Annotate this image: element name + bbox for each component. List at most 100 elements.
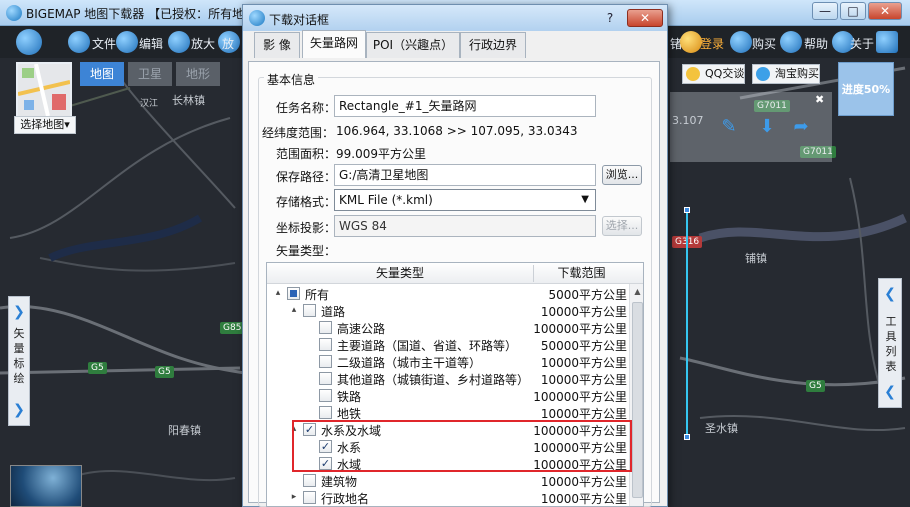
chevron-left-icon[interactable]: ❮ — [882, 286, 898, 302]
tree-row[interactable]: 地铁 10000平方公里 — [267, 404, 629, 421]
projection-label: 坐标投影： — [276, 221, 337, 235]
selection-handle[interactable] — [684, 434, 690, 440]
file-menu[interactable]: 文件 — [92, 35, 116, 52]
road-shield-g5: G5 — [88, 362, 107, 374]
zoom-out-button[interactable]: 放 — [222, 35, 234, 52]
tab-poi[interactable]: POI（兴趣点） — [366, 32, 460, 58]
tree-checkbox[interactable] — [303, 491, 316, 504]
tree-row[interactable]: 二级道路（城市主干道等） 10000平方公里 — [267, 353, 629, 370]
download-icon[interactable]: ⬇ — [756, 116, 778, 138]
chevron-left-icon[interactable]: ❮ — [882, 384, 898, 400]
tree-row[interactable]: 其他道路（城镇街道、乡村道路等） 10000平方公里 — [267, 370, 629, 387]
select-map-button[interactable]: 选择地图▾ — [14, 116, 76, 134]
dialog-close-button[interactable]: ✕ — [627, 9, 663, 27]
login-icon[interactable] — [680, 31, 702, 53]
task-name-input[interactable]: Rectangle_#1_矢量路网 — [334, 95, 596, 117]
edit-region-icon[interactable]: ✎ — [718, 116, 740, 138]
tree-checkbox[interactable] — [319, 355, 332, 368]
browse-button[interactable]: 浏览... — [602, 165, 642, 185]
edit-menu[interactable]: 编辑 — [139, 35, 163, 52]
share-icon[interactable]: ➦ — [790, 116, 812, 138]
save-path-input[interactable]: G:/高清卫星地图 — [334, 164, 596, 186]
vector-draw-label: 矢量标绘 — [13, 327, 25, 385]
tree-scrollbar[interactable]: ▲ — [629, 284, 643, 506]
tab-admin-boundary[interactable]: 行政边界 — [460, 32, 526, 58]
move-icon[interactable] — [876, 31, 898, 53]
tree-checkbox[interactable] — [319, 389, 332, 402]
road-shield-g85: G85 — [220, 322, 245, 334]
globe-overview-thumbnail[interactable] — [10, 465, 82, 507]
chevron-down-icon: ▼ — [581, 194, 589, 205]
column-header-range[interactable]: 下载范围 — [534, 263, 629, 284]
tree-checkbox[interactable] — [319, 406, 332, 419]
dialog-titlebar: 下载对话框 ? ✕ — [243, 5, 667, 31]
taobao-buy-button[interactable]: 淘宝购买 — [752, 64, 820, 84]
choose-projection-button[interactable]: 选择... — [602, 216, 642, 236]
tree-checkbox[interactable] — [303, 474, 316, 487]
tree-row[interactable]: ▴ 所有 5000平方公里 — [267, 285, 629, 302]
minimize-button[interactable]: — — [812, 2, 838, 20]
tree-row[interactable]: 高速公路 100000平方公里 — [267, 319, 629, 336]
zoom-in-button[interactable]: 放大 — [191, 35, 215, 52]
selection-handle[interactable] — [684, 207, 690, 213]
tree-checkbox[interactable] — [319, 372, 332, 385]
tree-checkbox[interactable] — [287, 287, 300, 300]
tree-row-range: 50000平方公里 — [540, 339, 627, 353]
road-shield-g5: G5 — [806, 380, 825, 392]
qq-chat-button[interactable]: QQ交谈 — [682, 64, 746, 84]
file-icon[interactable] — [68, 31, 90, 53]
map-tab-terrain[interactable]: 地形 — [176, 62, 220, 86]
tree-row-range: 100000平方公里 — [533, 322, 627, 336]
map-type-thumbnail[interactable] — [16, 62, 72, 118]
scroll-up-icon[interactable]: ▲ — [630, 284, 643, 300]
scroll-thumb[interactable] — [632, 302, 643, 498]
format-select[interactable]: KML File (*.kml) ▼ — [334, 189, 596, 211]
help-button[interactable]: ? — [597, 9, 623, 27]
tab-imagery[interactable]: 影 像 — [254, 32, 300, 58]
tree-checkbox[interactable] — [303, 304, 316, 317]
close-button[interactable]: ✕ — [868, 2, 902, 20]
login-button[interactable]: 登录 — [700, 35, 724, 52]
tree-row[interactable]: 主要道路（国道、省道、环路等） 50000平方公里 — [267, 336, 629, 353]
column-header-type[interactable]: 矢量类型 — [267, 263, 533, 284]
tree-row[interactable]: 建筑物 10000平方公里 — [267, 472, 629, 489]
tree-row-name: 道路 — [321, 305, 346, 319]
expand-arrow-icon[interactable]: ▸ — [289, 491, 299, 503]
tab-vector-roads[interactable]: 矢量路网 — [302, 30, 366, 58]
help-button[interactable]: 帮助 — [804, 35, 828, 52]
area-value: 99.009平方公里 — [336, 147, 426, 161]
projection-input[interactable]: WGS 84 — [334, 215, 596, 237]
tree-row[interactable]: 铁路 100000平方公里 — [267, 387, 629, 404]
tree-row-range: 10000平方公里 — [540, 475, 627, 489]
tree-row-name: 所有 — [305, 288, 330, 302]
save-path-label: 保存路径： — [276, 170, 337, 184]
tree-row[interactable]: ▴ 道路 10000平方公里 — [267, 302, 629, 319]
close-panel-icon[interactable]: ✖ — [815, 93, 824, 106]
format-select-value: KML File (*.kml) — [339, 193, 433, 207]
tree-checkbox[interactable] — [319, 321, 332, 334]
zoom-in-icon[interactable] — [168, 31, 190, 53]
expand-arrow-icon[interactable]: ▴ — [289, 304, 299, 316]
toolbar-globe-icon[interactable] — [16, 29, 42, 55]
about-button[interactable]: 关于 — [850, 35, 874, 52]
tree-row-range: 10000平方公里 — [540, 492, 627, 506]
map-tab-satellite[interactable]: 卫星 — [128, 62, 172, 86]
expand-arrow-icon[interactable]: ▴ — [273, 287, 283, 299]
edit-icon[interactable] — [116, 31, 138, 53]
chevron-right-icon[interactable]: ❯ — [11, 304, 27, 320]
selection-rectangle-edge[interactable] — [686, 210, 688, 438]
tree-row[interactable]: ▸ 行政地名 10000平方公里 — [267, 489, 629, 506]
main-window-title: BIGEMAP 地图下载器 【已授权：所有地图】 — [26, 7, 269, 21]
progress-button[interactable]: 进度50% — [838, 62, 894, 116]
tree-row-name: 其他道路（城镇街道、乡村道路等） — [337, 373, 530, 387]
tree-checkbox[interactable] — [319, 338, 332, 351]
chevron-right-icon[interactable]: ❯ — [11, 402, 27, 418]
map-tab-map[interactable]: 地图 — [80, 62, 124, 86]
tree-row-range: 5000平方公里 — [548, 288, 627, 302]
dialog-title: 下载对话框 — [269, 13, 330, 27]
buy-button[interactable]: 购买 — [752, 35, 776, 52]
restore-button[interactable]: □ — [840, 2, 866, 20]
help-icon[interactable] — [780, 31, 802, 53]
buy-icon[interactable] — [730, 31, 752, 53]
